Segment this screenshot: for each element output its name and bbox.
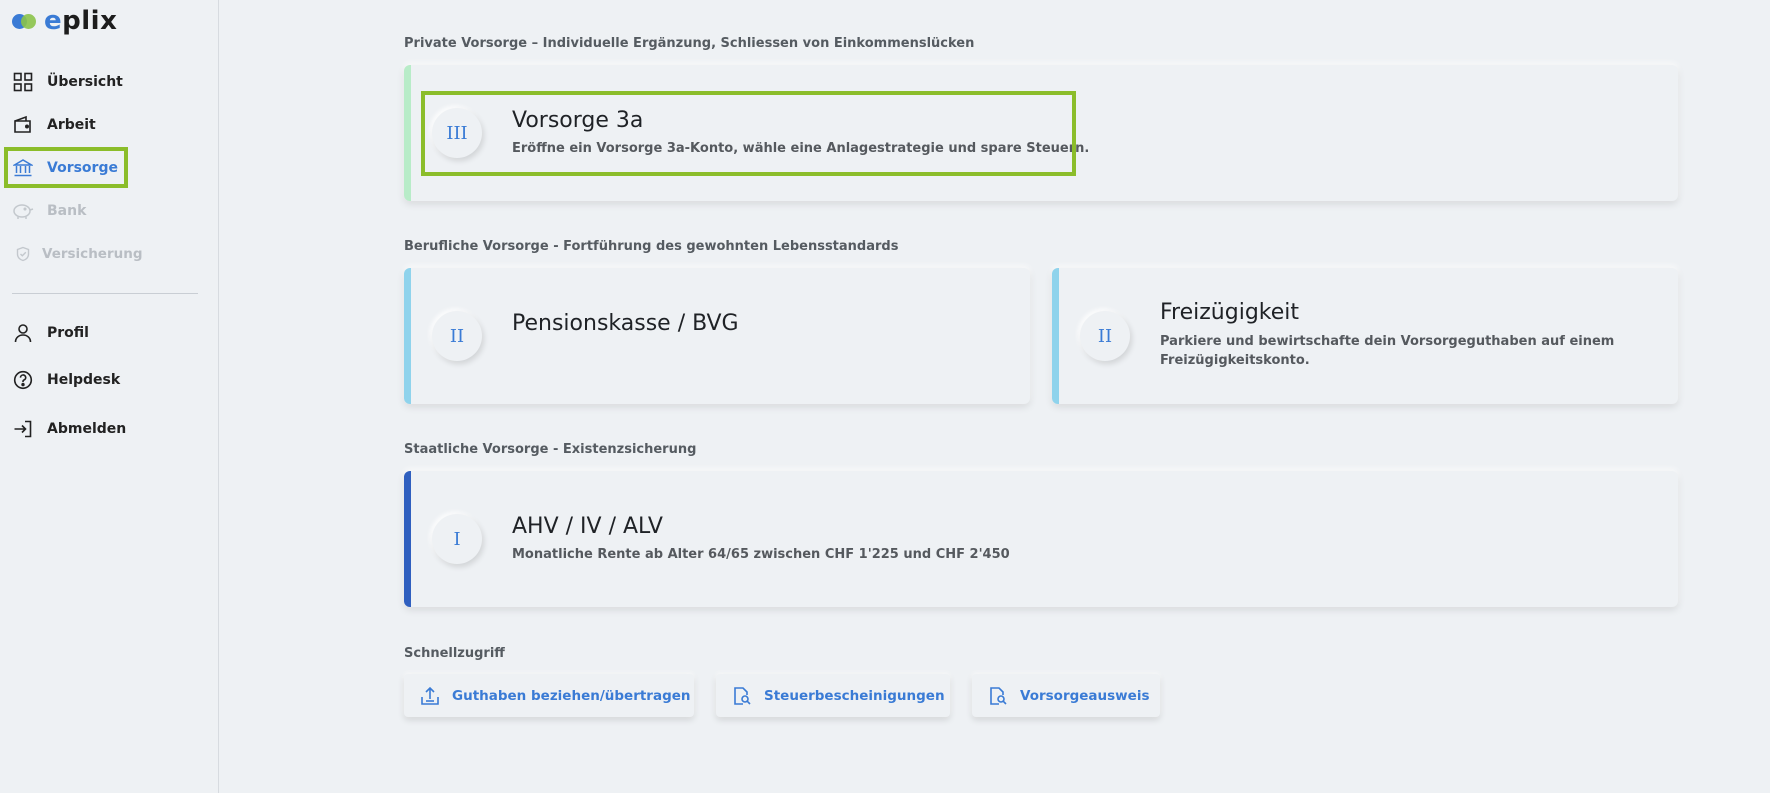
withdraw-transfer-button[interactable]: Guthaben beziehen/übertragen (404, 674, 694, 717)
logo-text: eplix (44, 6, 118, 36)
card-title: AHV / IV / ALV (512, 514, 663, 539)
section-title-occupational: Berufliche Vorsorge - Fortführung des ge… (404, 239, 899, 254)
sidebar-item-helpdesk[interactable]: Helpdesk (12, 365, 120, 395)
grid-icon (12, 71, 34, 93)
card-accent (1052, 268, 1059, 404)
section-title-state: Staatliche Vorsorge - Existenzsicherung (404, 442, 697, 457)
pillar-one-icon: I (432, 514, 482, 564)
upload-icon (420, 686, 440, 706)
pillar-two-icon: II (1080, 311, 1130, 361)
card-pensionskasse-bvg[interactable]: II Pensionskasse / BVG (404, 268, 1030, 404)
sidebar-item-arbeit[interactable]: Arbeit (12, 110, 96, 140)
active-nav-highlight (4, 147, 128, 188)
shield-icon (12, 243, 34, 265)
card-freizuegigkeit[interactable]: II Freizügigkeit Parkiere und bewirtscha… (1052, 268, 1678, 404)
card-title: Freizügigkeit (1160, 300, 1300, 325)
card-description: Monatliche Rente ab Alter 64/65 zwischen… (512, 547, 1010, 562)
section-title-quick: Schnellzugriff (404, 646, 505, 661)
wallet-icon (12, 114, 34, 136)
sidebar-item-profil[interactable]: Profil (12, 318, 89, 348)
sidebar-item-abmelden[interactable]: Abmelden (12, 414, 126, 444)
card-description: Parkiere und bewirtschafte dein Vorsorge… (1160, 334, 1615, 368)
sidebar-item-uebersicht[interactable]: Übersicht (12, 67, 123, 97)
help-circle-icon (12, 369, 34, 391)
piggy-bank-icon (12, 200, 34, 222)
card-accent (404, 268, 411, 404)
pillar-two-icon: II (432, 311, 482, 361)
tax-certificates-button[interactable]: Steuerbescheinigungen (716, 674, 950, 717)
sidebar-divider (12, 293, 198, 294)
card-ahv-iv-alv[interactable]: I AHV / IV / ALV Monatliche Rente ab Alt… (404, 471, 1678, 607)
section-title-private: Private Vorsorge – Individuelle Ergänzun… (404, 36, 975, 51)
sidebar-item-bank: Bank (12, 196, 86, 226)
logout-icon (12, 418, 34, 440)
eplix-logo[interactable]: eplix (12, 6, 117, 36)
focus-highlight (421, 91, 1076, 176)
pension-certificate-button[interactable]: Vorsorgeausweis (972, 674, 1160, 717)
logo-mark-icon (12, 11, 38, 31)
user-icon (12, 322, 34, 344)
card-accent (404, 65, 411, 201)
document-search-icon (988, 686, 1008, 706)
sidebar-item-versicherung: Versicherung (12, 239, 143, 269)
card-title: Pensionskasse / BVG (512, 311, 739, 336)
document-search-icon (732, 686, 752, 706)
sidebar: eplix Übersicht Arbeit Vorsorge Bank Ver… (0, 0, 219, 793)
card-accent (404, 471, 411, 607)
